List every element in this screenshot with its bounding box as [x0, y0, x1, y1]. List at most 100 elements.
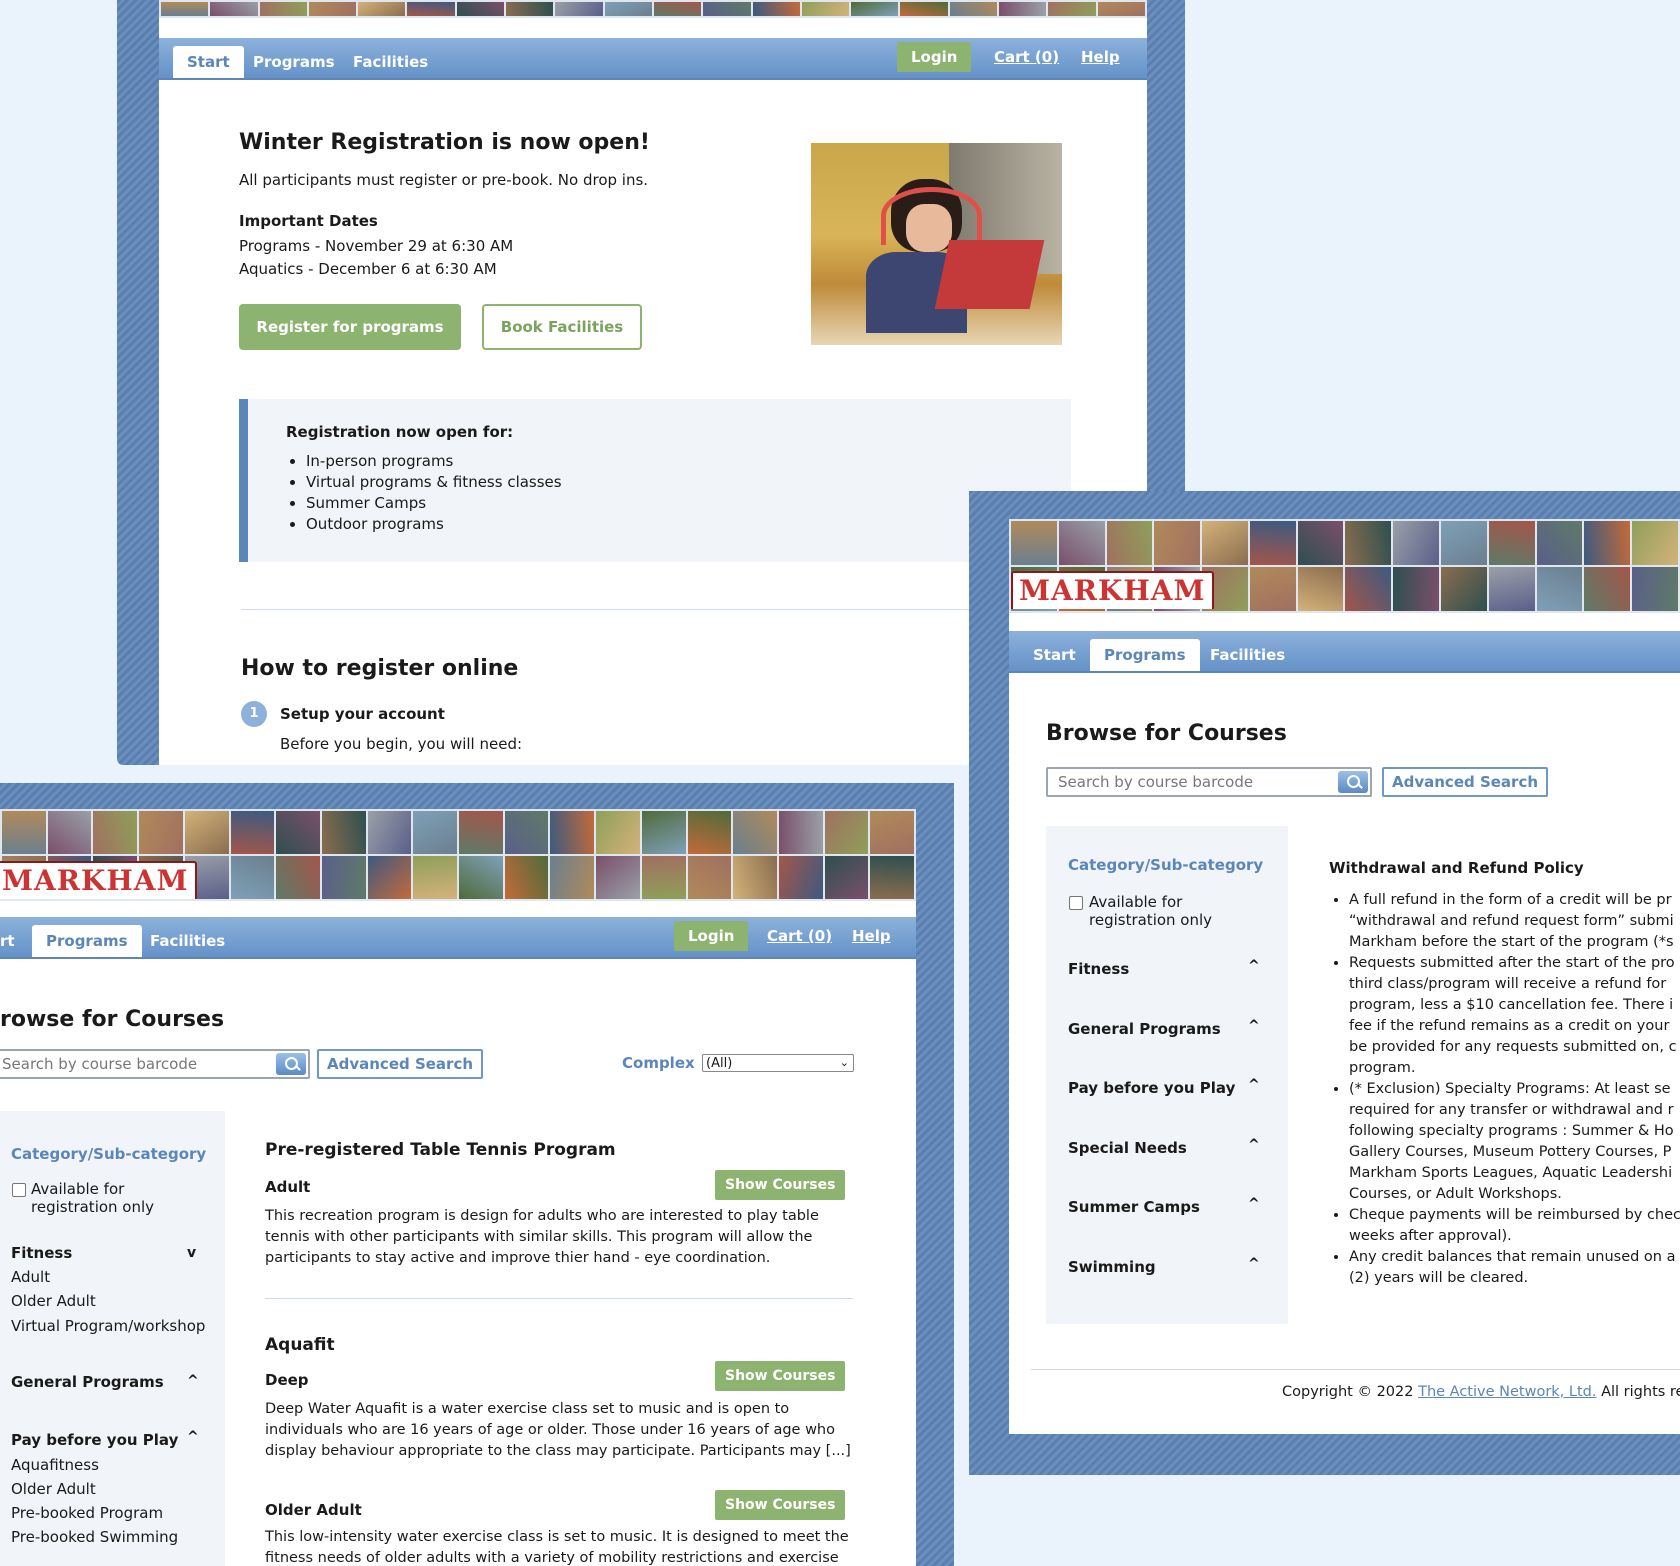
policy-title: Withdrawal and Refund Policy	[1329, 859, 1584, 877]
banner-photo-tile	[506, 2, 554, 16]
policy-list: A full refund in the form of a credit wi…	[1329, 890, 1680, 1289]
category-general[interactable]: General Programs	[1068, 1020, 1221, 1038]
search-icon[interactable]	[1338, 771, 1368, 793]
banner-photo-tile	[641, 856, 686, 899]
list-item: Summer Camps	[306, 493, 562, 514]
banner-photo-tile	[1632, 567, 1678, 611]
program-desc: This low-intensity water exercise class …	[265, 1529, 849, 1566]
list-item: Requests submitted after the start of th…	[1349, 953, 1680, 1079]
category-sidebar: Category/Sub-category Available for regi…	[1046, 826, 1288, 1324]
date-aquatics: Aquatics - December 6 at 6:30 AM	[239, 260, 497, 278]
available-checkbox[interactable]	[12, 1183, 26, 1197]
tab-start[interactable]: Start	[173, 46, 244, 78]
intro-text: All participants must register or pre-bo…	[239, 171, 649, 189]
program-title: Aquafit	[265, 1335, 335, 1355]
book-facilities-button[interactable]: Book Facilities	[482, 304, 642, 350]
banner-photo-tile	[1584, 567, 1631, 611]
step-title: Setup your account	[280, 705, 445, 723]
category-fitness[interactable]: Fitness	[11, 1244, 72, 1262]
chevron-up-icon[interactable]: ^	[187, 1429, 199, 1445]
advanced-search-button[interactable]: Advanced Search	[1382, 767, 1549, 797]
chevron-up-icon[interactable]: ^	[1248, 1018, 1260, 1034]
register-programs-button[interactable]: Register for programs	[239, 304, 461, 350]
chevron-down-icon[interactable]: v	[187, 1245, 196, 1261]
subcategory-item[interactable]: Pre-booked Program	[11, 1504, 163, 1522]
registration-open-box: Registration now open for: In-person pro…	[239, 399, 1071, 562]
chevron-up-icon[interactable]: ^	[1248, 1137, 1260, 1153]
chevron-up-icon[interactable]: ^	[1248, 1256, 1260, 1272]
subcategory-item[interactable]: Adult	[11, 1268, 50, 1286]
banner-photo-tile	[1249, 567, 1296, 611]
subcategory-item[interactable]: Older Adult	[11, 1292, 96, 1310]
login-button[interactable]: Login	[897, 42, 972, 72]
banner-photo-tile	[276, 856, 320, 899]
tab-facilities[interactable]: Facilities	[136, 925, 239, 957]
banner-photo-tile	[596, 856, 640, 899]
category-general[interactable]: General Programs	[11, 1373, 164, 1391]
banner-photo-tile	[459, 856, 503, 899]
tab-facilities[interactable]: Facilities	[1196, 639, 1299, 671]
available-checkbox[interactable]	[1069, 896, 1083, 910]
chevron-up-icon[interactable]: ^	[1248, 958, 1260, 974]
help-link[interactable]: Help	[1081, 48, 1120, 66]
list-item: (* Exclusion) Specialty Programs: At lea…	[1349, 1079, 1680, 1205]
banner-photo-tile	[230, 811, 275, 854]
complex-select[interactable]: (All) ⌄	[702, 1054, 854, 1072]
banner-photo-tile	[1249, 521, 1296, 565]
tab-start[interactable]: Start	[1019, 639, 1090, 671]
page-title: Browse for Courses	[1046, 721, 1287, 746]
tab-facilities[interactable]: Facilities	[339, 46, 442, 78]
barcode-search-input[interactable]: Search by course barcode	[0, 1049, 310, 1079]
banner-photo-tile	[2, 811, 46, 854]
divider	[265, 1298, 853, 1299]
barcode-search-input[interactable]: Search by course barcode	[1046, 767, 1372, 797]
photo-banner	[159, 0, 1147, 18]
banner-photo-tile	[1058, 521, 1105, 565]
tab-start[interactable]: rt	[0, 925, 29, 957]
banner-photo-tile	[949, 2, 998, 16]
banner-photo-tile	[1488, 521, 1535, 565]
category-fitness[interactable]: Fitness	[1068, 960, 1129, 978]
banner-photo-tile	[1345, 567, 1392, 611]
show-courses-button[interactable]: Show Courses	[715, 1490, 846, 1520]
chevron-up-icon[interactable]: ^	[187, 1373, 199, 1389]
chevron-up-icon[interactable]: ^	[1248, 1077, 1260, 1093]
help-link[interactable]: Help	[852, 927, 891, 945]
advanced-search-button[interactable]: Advanced Search	[317, 1049, 484, 1079]
cart-link[interactable]: Cart (0)	[767, 927, 832, 945]
tab-programs[interactable]: Programs	[1090, 639, 1200, 671]
open-list: In-person programs Virtual programs & fi…	[286, 451, 562, 535]
search-icon[interactable]	[276, 1053, 306, 1075]
banner-photo-tile	[999, 2, 1047, 16]
category-pay[interactable]: Pay before you Play	[1068, 1079, 1235, 1097]
tab-programs[interactable]: Programs	[32, 925, 142, 957]
banner-photo-tile	[413, 856, 457, 899]
banner-photo-tile	[47, 811, 92, 854]
tab-programs[interactable]: Programs	[239, 46, 349, 78]
active-network-link[interactable]: The Active Network, Ltd.	[1418, 1384, 1596, 1400]
category-summer-camps[interactable]: Summer Camps	[1068, 1198, 1200, 1216]
banner-photo-tile	[504, 856, 549, 899]
category-special-needs[interactable]: Special Needs	[1068, 1139, 1187, 1157]
subcategory-item[interactable]: Virtual Program/workshop	[11, 1317, 205, 1335]
chevron-up-icon[interactable]: ^	[1248, 1196, 1260, 1212]
show-courses-button[interactable]: Show Courses	[715, 1170, 846, 1200]
list-item: Outdoor programs	[306, 514, 562, 535]
category-swimming[interactable]: Swimming	[1068, 1258, 1156, 1276]
banner-photo-tile	[1441, 521, 1487, 565]
markham-logo: MARKHAM	[1011, 571, 1214, 609]
cart-link[interactable]: Cart (0)	[994, 48, 1059, 66]
chevron-down-icon: ⌄	[839, 1056, 849, 1069]
subcategory-item[interactable]: Pre-booked Swimming	[11, 1528, 178, 1546]
subcategory-item[interactable]: Aquafitness	[11, 1456, 99, 1474]
subcategory-item[interactable]: Older Adult	[11, 1480, 96, 1498]
list-item: Any credit balances that remain unused o…	[1349, 1247, 1680, 1289]
show-courses-button[interactable]: Show Courses	[715, 1361, 846, 1391]
banner-photo-tile	[824, 856, 869, 899]
login-button[interactable]: Login	[674, 921, 749, 951]
footer-divider	[1031, 1369, 1680, 1370]
banner-photo-tile	[459, 811, 503, 854]
banner-photo-tile	[687, 856, 732, 899]
child-laptop-photo	[811, 143, 1062, 345]
category-pay[interactable]: Pay before you Play	[11, 1431, 178, 1449]
